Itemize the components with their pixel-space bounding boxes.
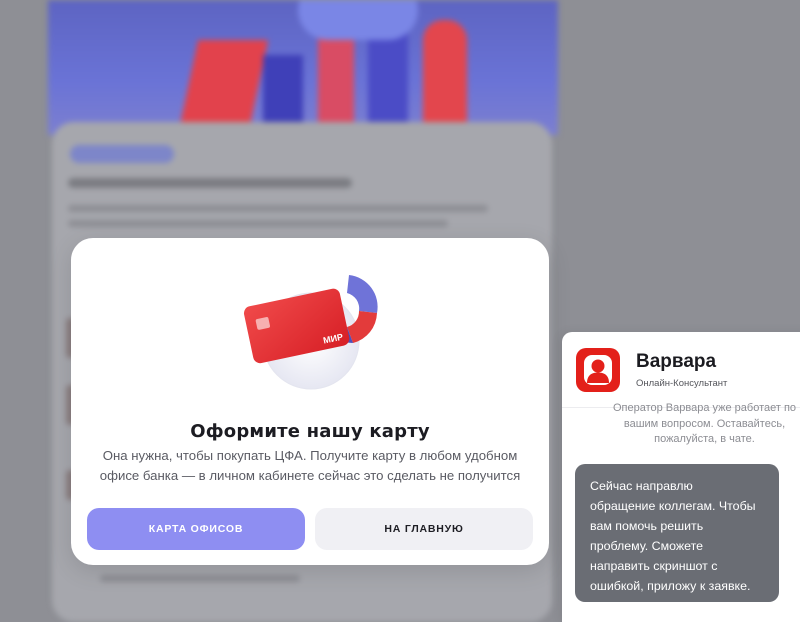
operator-message-bubble: Сейчас направлю обращение коллегам. Чтоб… — [575, 464, 779, 602]
chat-widget: Варвара Онлайн-Консультант Оператор Варв… — [562, 332, 800, 622]
bank-card-illustration: МИР — [243, 275, 378, 390]
card-modal: МИР Оформите нашу карту Она нужна, чтобы… — [71, 238, 549, 565]
home-button[interactable]: НА ГЛАВНУЮ — [315, 508, 533, 550]
person-silhouette-icon — [584, 355, 612, 385]
operator-message-text: Сейчас направлю обращение коллегам. Чтоб… — [590, 476, 775, 596]
system-message-line: пожалуйста, в чате. — [654, 433, 755, 445]
message-line: проблему. Сможете — [590, 539, 704, 553]
background-chip — [70, 145, 174, 163]
system-message-line: Оператор Варвара уже работает по — [612, 402, 797, 414]
system-message-line: вашим вопросом. Оставайтесь, — [623, 417, 786, 430]
consultant-name: Варвара — [636, 351, 717, 372]
consultant-avatar — [576, 348, 620, 392]
modal-title: Оформите нашу карту — [190, 421, 430, 442]
chat-system-message: Оператор Варвара уже работает по вашим в… — [602, 401, 800, 448]
message-line: Сейчас направлю — [590, 479, 693, 493]
office-map-button[interactable]: КАРТА ОФИСОВ — [87, 508, 305, 550]
consultant-role: Онлайн-Консультант — [636, 378, 728, 389]
message-line: направить скриншот с — [590, 559, 718, 573]
background-banner — [48, 0, 558, 135]
message-line: вам помочь решить — [590, 519, 704, 533]
message-line: обращение коллегам. Чтобы — [590, 499, 756, 513]
modal-description: Она нужна, чтобы покупать ЦФА. Получите … — [99, 448, 521, 483]
message-line: ошибкой, приложу к заявке. — [590, 579, 751, 593]
